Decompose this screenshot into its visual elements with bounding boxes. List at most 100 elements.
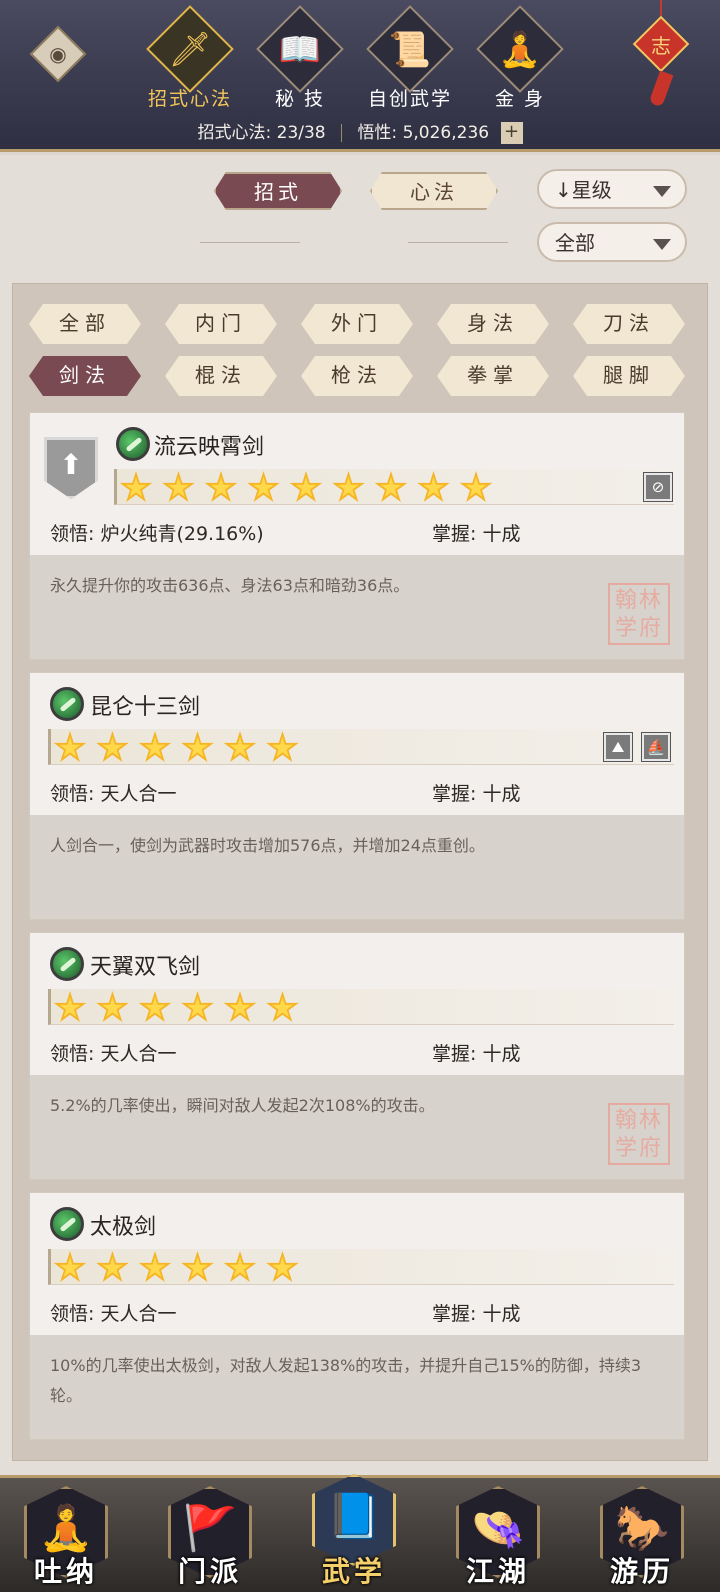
category-waimen[interactable]: 外门: [301, 304, 413, 344]
bottom-nav: 🧘 吐纳 🚩 门派 📘 武学 👒 江湖 🐎 游历: [0, 1474, 720, 1592]
category-tuijiao[interactable]: 腿脚: [573, 356, 685, 396]
skill-description: 人剑合一，使剑为武器时攻击增加576点，并增加24点重创。: [50, 836, 485, 855]
description-area: 永久提升你的攻击636点、身法63点和暗劲36点。 翰林 学府: [30, 555, 684, 659]
tab-label: 金 身: [494, 88, 546, 110]
swap-icon[interactable]: ⊘: [644, 473, 672, 501]
mountain-icon[interactable]: ⛰: [604, 733, 632, 761]
skill-list-panel: 全部 内门 外门 身法 刀法 剑法 棍法 枪法 拳掌 腿脚 ⬆ 流云映霄剑 ⊘ …: [12, 283, 708, 1461]
star-icon: [53, 1251, 87, 1282]
star-icon: [223, 1251, 257, 1282]
knot-char: 志: [651, 34, 671, 58]
chevron-down-icon: [653, 239, 671, 250]
sort-label: ↓星级: [555, 178, 612, 202]
banner-icon: 🚩: [182, 1503, 238, 1554]
category-all[interactable]: 全部: [29, 304, 141, 344]
star-icon: [204, 471, 238, 502]
star-icon: [138, 731, 172, 762]
nav-jianghu[interactable]: 👒 江湖: [448, 1486, 548, 1592]
nav-label: 游历: [609, 1555, 674, 1588]
skill-description: 10%的几率使出太极剑，对敌人发起138%的攻击，并提升自己15%的防御，持续3…: [50, 1356, 642, 1405]
star-icon: [247, 471, 280, 502]
xinfa-toggle[interactable]: 心法: [370, 172, 498, 210]
skill-card[interactable]: 太极剑 领悟: 天人合一 掌握: 十成 10%的几率使出太极剑，对敌人发起138…: [29, 1192, 685, 1440]
hat-icon: 👒: [470, 1503, 526, 1554]
skill-name: 天翼双飞剑: [90, 955, 201, 980]
nav-label: 门派: [177, 1555, 242, 1588]
sword-skill-icon: [116, 427, 150, 461]
nav-label: 吐纳: [33, 1555, 98, 1588]
star-icon: [96, 991, 129, 1022]
category-qiangfa[interactable]: 枪法: [301, 356, 413, 396]
skill-card[interactable]: 昆仑十三剑 ⛰ ⛵ 领悟: 天人合一 掌握: 十成 人剑合一，使剑为武器时攻击增…: [29, 672, 685, 920]
decoration-line: [408, 242, 508, 243]
star-icon: [181, 1251, 214, 1282]
tab-zichuang-wuxue[interactable]: 📜 自创武学: [364, 5, 456, 110]
skill-name: 昆仑十三剑: [90, 695, 201, 720]
tab-label: 招式心法: [147, 88, 232, 110]
category-daofa[interactable]: 刀法: [573, 304, 685, 344]
upgrade-icon[interactable]: ⬆: [44, 437, 98, 499]
comprehension-label: 领悟: 天人合一: [50, 1303, 177, 1325]
nav-tuna[interactable]: 🧘 吐纳: [16, 1486, 116, 1592]
seal-stamp-icon: 翰林 学府: [608, 1103, 670, 1165]
star-icon: [96, 1251, 129, 1282]
seal-stamp-icon: 翰林 学府: [608, 583, 670, 645]
category-neimen[interactable]: 内门: [165, 304, 277, 344]
zhaoshi-toggle[interactable]: 招式: [214, 172, 342, 210]
horse-icon: 🐎: [614, 1503, 670, 1554]
sail-icon[interactable]: ⛵: [642, 733, 670, 761]
sort-dropdown[interactable]: ↓星级: [537, 169, 687, 209]
tab-jinshen[interactable]: 🧘 金 身: [474, 5, 566, 110]
divider: [341, 124, 343, 142]
star-icon: [332, 471, 365, 502]
add-wuxing-button[interactable]: +: [500, 122, 523, 144]
tab-zhaoshi-xinfa[interactable]: 🗡 招式心法: [144, 5, 236, 110]
sword-skill-icon: [50, 687, 84, 721]
star-icon: [53, 731, 87, 762]
chevron-down-icon: [653, 186, 671, 197]
mastery-label: 掌握: 十成: [432, 783, 521, 805]
chinese-knot-button[interactable]: 志: [632, 0, 690, 110]
tab-miji[interactable]: 📖 秘 技: [254, 5, 346, 110]
top-header: ◉ 🗡 招式心法 📖 秘 技 📜 自创武学 🧘 金 身 志 招式心法: 23/3…: [0, 0, 720, 152]
star-rating: [48, 729, 674, 765]
category-jianfa[interactable]: 剑法: [29, 356, 141, 396]
mastery-label: 掌握: 十成: [432, 1303, 521, 1325]
mastery-label: 掌握: 十成: [432, 1043, 521, 1065]
star-icon: [459, 471, 493, 502]
skill-card[interactable]: ⬆ 流云映霄剑 ⊘ 领悟: 炉火纯青(29.16%) 掌握: 十成 永久提升你的…: [29, 412, 685, 660]
eye-icon: ◉: [49, 42, 67, 66]
visibility-toggle-button[interactable]: ◉: [29, 25, 87, 83]
skill-description: 5.2%的几率使出，瞬间对敌人发起2次108%的攻击。: [50, 1096, 435, 1115]
star-icon: [138, 991, 172, 1022]
nav-wuxue[interactable]: 📘 武学: [304, 1474, 404, 1592]
monk-icon: 🧘: [38, 1503, 94, 1554]
category-quanzhang[interactable]: 拳掌: [437, 356, 549, 396]
description-area: 10%的几率使出太极剑，对敌人发起138%的攻击，并提升自己15%的防御，持续3…: [30, 1335, 684, 1439]
sword-icon: 🗡: [168, 30, 212, 70]
star-icon: [181, 991, 214, 1022]
description-area: 5.2%的几率使出，瞬间对敌人发起2次108%的攻击。 翰林 学府: [30, 1075, 684, 1179]
star-icon: [223, 731, 257, 762]
mastery-label: 掌握: 十成: [432, 523, 521, 545]
skill-card[interactable]: 天翼双飞剑 领悟: 天人合一 掌握: 十成 5.2%的几率使出，瞬间对敌人发起2…: [29, 932, 685, 1180]
star-icon: [289, 471, 323, 502]
tab-label: 自创武学: [367, 88, 452, 110]
comprehension-label: 领悟: 天人合一: [50, 783, 177, 805]
meditation-icon: 🧘: [498, 30, 542, 70]
decoration-line: [200, 242, 300, 243]
main-panel: 招式 心法 ↓星级 全部 全部 内门 外门 身法 刀法 剑法 棍法 枪法 拳掌 …: [0, 155, 720, 1475]
nav-youli[interactable]: 🐎 游历: [592, 1486, 692, 1592]
sword-skill-icon: [50, 947, 84, 981]
star-icon: [223, 991, 257, 1022]
star-icon: [417, 471, 450, 502]
star-icon: [266, 1251, 299, 1282]
skill-name: 太极剑: [90, 1215, 157, 1240]
skill-description: 永久提升你的攻击636点、身法63点和暗劲36点。: [50, 576, 410, 595]
nav-label: 武学: [321, 1555, 386, 1588]
category-shenfa[interactable]: 身法: [437, 304, 549, 344]
nav-menpai[interactable]: 🚩 门派: [160, 1486, 260, 1592]
filter-dropdown[interactable]: 全部: [537, 222, 687, 262]
star-icon: [96, 731, 129, 762]
category-gunfa[interactable]: 棍法: [165, 356, 277, 396]
